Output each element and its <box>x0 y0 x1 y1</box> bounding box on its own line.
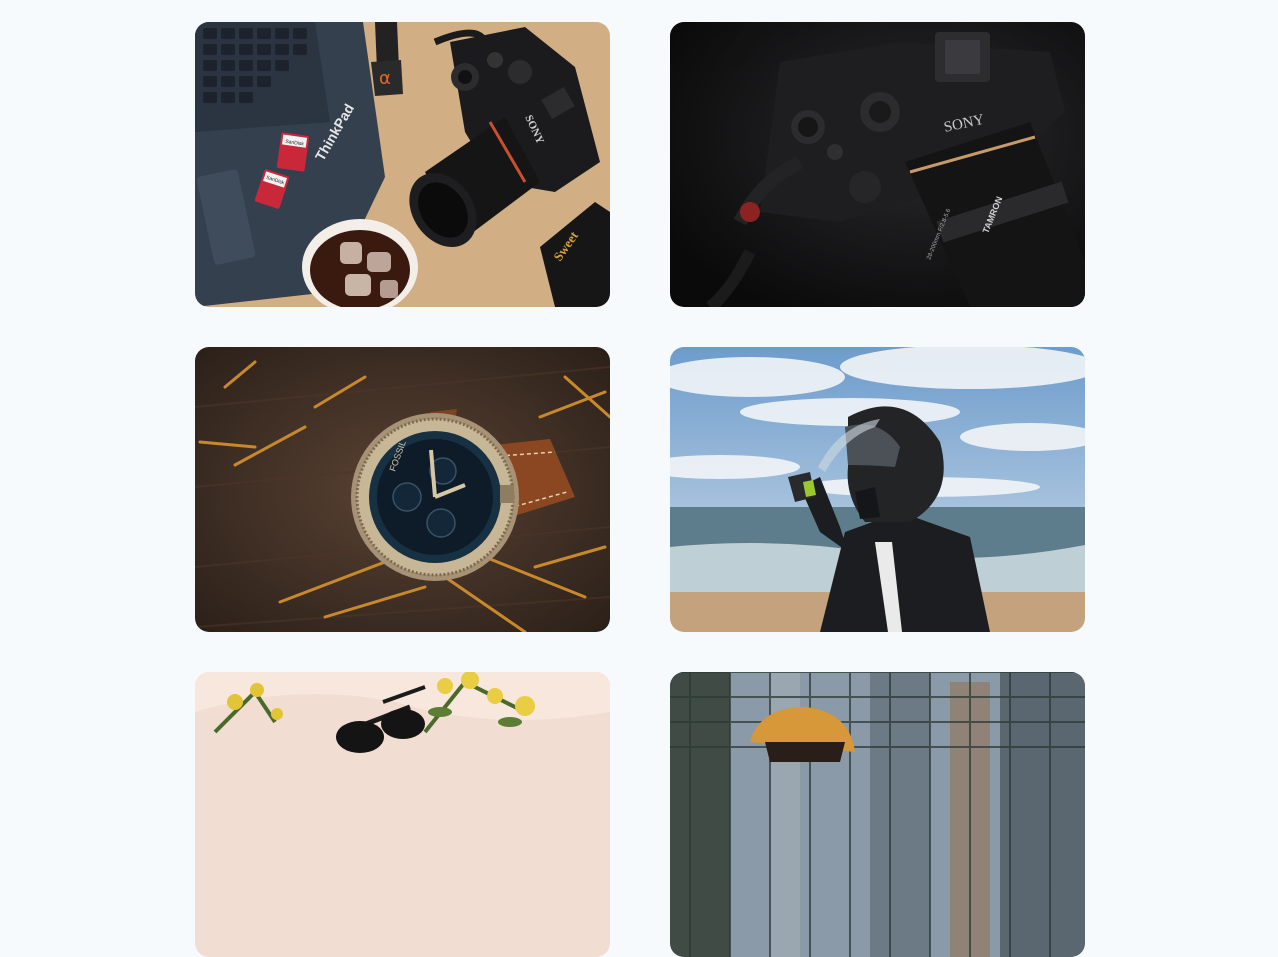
image-gallery: ThinkPad SanDisk SanDisk α SONY Sweet SO… <box>0 0 1278 957</box>
sunglasses-flowers-image <box>195 672 610 957</box>
strap-alpha-symbol: α <box>379 68 391 89</box>
gallery-card-camera-desk[interactable]: ThinkPad SanDisk SanDisk α SONY Sweet <box>195 22 610 307</box>
helmet-beach-image <box>670 347 1085 632</box>
gallery-card-helmet-beach[interactable] <box>670 347 1085 632</box>
gallery-card-beanie-fence[interactable] <box>670 672 1085 957</box>
watch-image: FOSSIL <box>195 347 610 632</box>
gallery-card-watch[interactable]: FOSSIL <box>195 347 610 632</box>
camera-desk-image: ThinkPad SanDisk SanDisk α SONY Sweet <box>195 22 610 307</box>
camera-dark-image: SONY TAMRON 28-200mm F/2.8-5.6 <box>670 22 1085 307</box>
beanie-fence-image <box>670 672 1085 957</box>
watch-case: FOSSIL <box>351 413 519 581</box>
gallery-card-sunglasses-flowers[interactable] <box>195 672 610 957</box>
gallery-card-camera-dark[interactable]: SONY TAMRON 28-200mm F/2.8-5.6 <box>670 22 1085 307</box>
